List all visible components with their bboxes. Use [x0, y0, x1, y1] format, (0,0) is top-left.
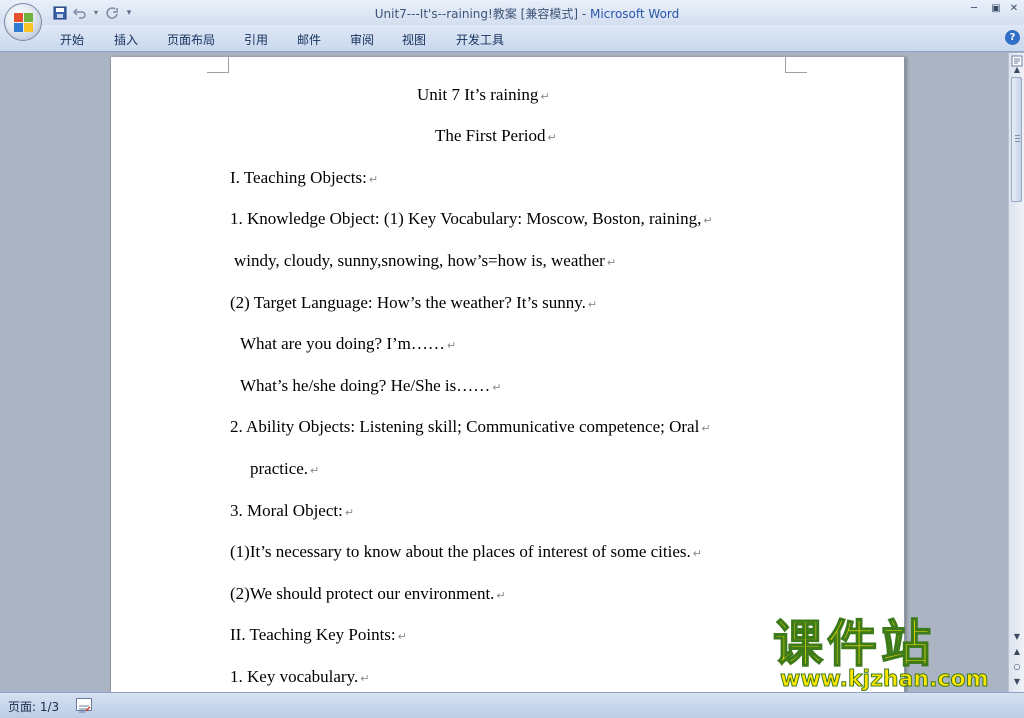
paragraph-mark-icon: ↵: [701, 422, 711, 435]
paragraph-mark-icon: ↵: [547, 131, 557, 144]
ribbon-tab-bar: 开始 插入 页面布局 引用 邮件 审阅 视图 开发工具 ?: [0, 25, 1024, 52]
paragraph-mark-icon: ↵: [606, 256, 617, 269]
margin-corner-right: [785, 57, 807, 73]
office-logo-icon: [14, 13, 33, 32]
paragraph[interactable]: Unit 7 It’s raining ↵: [417, 85, 550, 105]
scroll-down-icon[interactable]: ▼: [1010, 630, 1024, 644]
tab-references[interactable]: 引用: [244, 31, 268, 48]
tab-developer[interactable]: 开发工具: [456, 31, 504, 48]
paragraph-mark-icon: ↵: [587, 298, 598, 311]
page-count[interactable]: 页面: 1/3: [8, 698, 59, 715]
paragraph[interactable]: What are you doing? I’m…… ↵: [240, 334, 456, 354]
paragraph[interactable]: (2)We should protect our environment. ↵: [230, 584, 506, 604]
title-bar: ▾ ▾ Unit7---It's--raining!教案 [兼容模式] - Mi…: [0, 0, 1024, 25]
paragraph-mark-icon: ↵: [492, 381, 502, 394]
paragraph[interactable]: (2) Target Language: How’s the weather? …: [230, 293, 597, 313]
paragraph[interactable]: practice. ↵: [250, 459, 319, 479]
paragraph[interactable]: windy, cloudy, sunny,snowing, how’s=how …: [234, 251, 616, 271]
paragraph-mark-icon: ↵: [692, 547, 702, 560]
close-button[interactable]: ✕: [1006, 2, 1022, 16]
paragraph[interactable]: II. Teaching Key Points: ↵: [230, 625, 407, 645]
office-button[interactable]: [4, 3, 42, 41]
paragraph[interactable]: 1. Knowledge Object: (1) Key Vocabulary:…: [230, 209, 713, 229]
paragraph[interactable]: What’s he/she doing? He/She is…… ↵: [240, 376, 501, 396]
paragraph-mark-icon: ↵: [397, 630, 407, 643]
tab-home[interactable]: 开始: [60, 31, 84, 48]
paragraph-mark-icon: ↵: [540, 90, 550, 103]
margin-corner-left: [207, 57, 229, 73]
tab-page-layout[interactable]: 页面布局: [167, 31, 215, 48]
app-name: Microsoft Word: [589, 7, 680, 21]
previous-page-icon[interactable]: ▲: [1010, 645, 1024, 659]
tab-mailings[interactable]: 邮件: [297, 31, 321, 48]
paragraph-mark-icon: ↵: [310, 464, 320, 477]
paragraph[interactable]: 1. Key vocabulary. ↵: [230, 667, 369, 687]
paragraph[interactable]: (1)It’s necessary to know about the plac…: [230, 542, 702, 562]
minimize-button[interactable]: ─: [966, 2, 982, 16]
tab-insert[interactable]: 插入: [114, 31, 138, 48]
watermark-url: www.kjzhan.com: [780, 667, 990, 693]
restore-button[interactable]: ▣: [988, 2, 1004, 16]
help-icon[interactable]: ?: [1005, 30, 1020, 45]
paragraph-mark-icon: ↵: [344, 506, 355, 519]
watermark-title: 课件站: [772, 615, 935, 673]
window-title: Unit7---It's--raining!教案 [兼容模式] - Micros…: [0, 5, 1024, 22]
document-page[interactable]: Unit 7 It’s raining ↵ The First Period ↵ I…: [110, 57, 905, 692]
document-area: Unit 7 It’s raining ↵ The First Period ↵ I…: [0, 53, 1008, 692]
paragraph[interactable]: I. Teaching Objects: ↵: [230, 168, 378, 188]
next-page-icon[interactable]: ▼: [1010, 675, 1024, 689]
proofing-status-icon[interactable]: [76, 698, 92, 713]
status-bar: 页面: 1/3: [0, 692, 1024, 718]
paragraph-mark-icon: ↵: [496, 589, 506, 602]
paragraph-mark-icon: ↵: [360, 672, 370, 685]
document-title: Unit7---It's--raining!教案 [兼容模式] -: [374, 7, 590, 21]
paragraph-mark-icon: ↵: [368, 173, 379, 186]
scroll-up-icon[interactable]: ▲: [1010, 63, 1024, 77]
paragraph[interactable]: The First Period ↵: [435, 126, 557, 146]
tab-review[interactable]: 审阅: [350, 31, 374, 48]
tab-view[interactable]: 视图: [402, 31, 426, 48]
select-browse-object-icon[interactable]: ○: [1010, 660, 1024, 674]
paragraph[interactable]: 3. Moral Object: ↵: [230, 501, 354, 521]
vertical-scrollbar[interactable]: ▲ ▼ ▲ ○ ▼: [1008, 53, 1024, 692]
paragraph-mark-icon: ↵: [703, 214, 713, 227]
paragraph[interactable]: 2. Ability Objects: Listening skill; Com…: [230, 417, 711, 437]
paragraph-mark-icon: ↵: [446, 339, 457, 352]
scroll-thumb[interactable]: [1011, 77, 1022, 202]
